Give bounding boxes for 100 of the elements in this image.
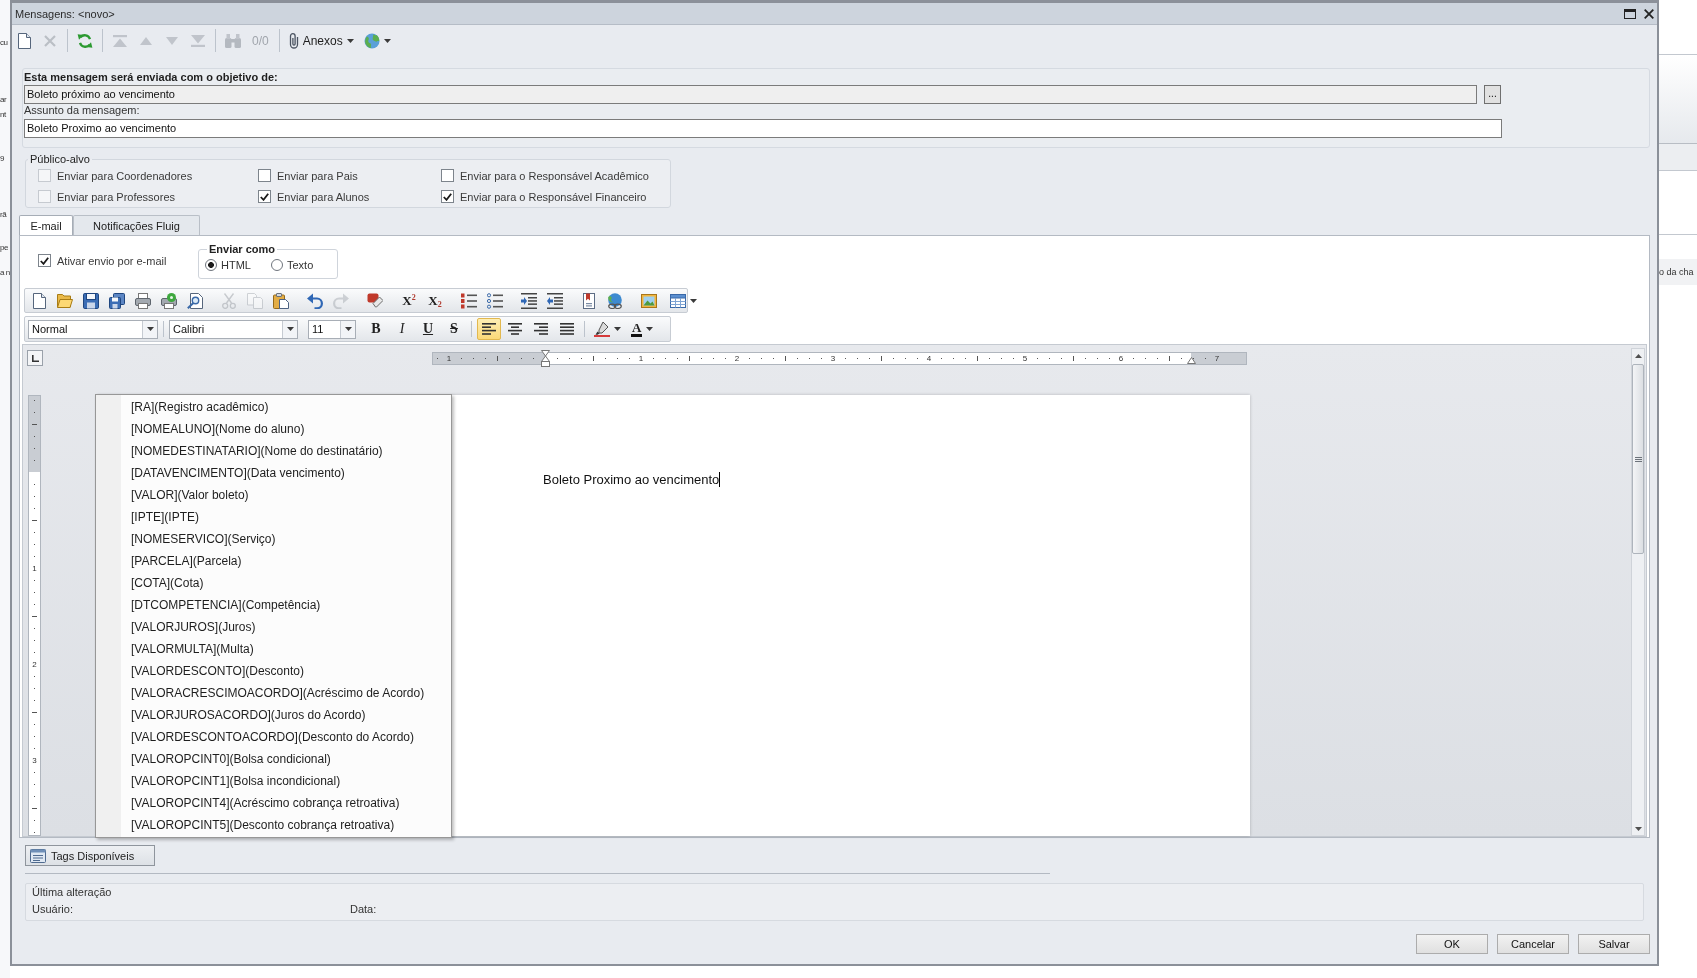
group-title: Última alteração <box>32 886 113 899</box>
list-window-icon <box>30 848 46 863</box>
menu-item[interactable]: [DTCOMPETENCIA](Competência) <box>96 594 451 616</box>
menu-item[interactable]: [VALOROPCINT1](Bolsa incondicional) <box>96 770 451 792</box>
triangle-up-icon <box>140 36 152 45</box>
caret-icon <box>346 38 354 43</box>
strikethrough-button[interactable]: S <box>442 318 466 340</box>
italic-button[interactable]: I <box>390 318 414 340</box>
checkbox[interactable] <box>258 190 271 203</box>
tab-stop-icon <box>31 354 39 362</box>
underline-button[interactable]: U <box>416 318 440 340</box>
subscript-button[interactable]: X$_{2}$ <box>423 289 447 312</box>
menu-item[interactable]: [VALOROPCINT0](Bolsa condicional) <box>96 748 451 770</box>
checkbox-label: Ativar envio por e-mail <box>57 254 167 267</box>
text-cursor-icon <box>719 471 721 487</box>
menu-item[interactable]: [VALOROPCINT5](Desconto cobrança retroativa) <box>96 814 451 836</box>
menu-item[interactable]: [VALORJUROSACORDO](Juros do Acordo) <box>96 704 451 726</box>
background-text: a n <box>0 267 10 279</box>
save-button[interactable]: Salvar <box>1578 934 1650 954</box>
scrollbar-thumb[interactable] <box>1632 364 1644 554</box>
field-label: Esta mensagem será enviada com o objetivo de: <box>24 70 279 84</box>
align-justify-icon <box>560 323 574 335</box>
checkbox[interactable] <box>258 169 271 182</box>
group-title: Enviar como <box>208 243 277 256</box>
field-label: Assunto da mensagem: <box>24 104 141 117</box>
ruler-number: 1 <box>446 353 452 363</box>
ok-button[interactable]: OK <box>1416 934 1488 954</box>
menu-item[interactable]: [VALORACRESCIMOACORDO](Acréscimo de Acordo) <box>96 682 451 704</box>
ruler-number: 3 <box>32 755 37 765</box>
window-title: Mensagens: <novo> <box>15 7 116 20</box>
hourglass-marker-icon <box>541 349 550 367</box>
bookmark-icon <box>583 292 595 309</box>
checkbox[interactable] <box>441 190 454 203</box>
menu-item[interactable]: [NOMEDESTINATARIO](Nome do destinatário) <box>96 440 451 462</box>
record-counter: 0/0 <box>251 33 270 48</box>
background-text: o da cha <box>1659 259 1697 285</box>
globe-link-icon <box>607 292 623 309</box>
maximize-button[interactable] <box>1624 8 1636 19</box>
align-center-icon <box>508 323 522 335</box>
menu-item[interactable]: [VALORDESCONTOACORDO](Desconto do Acordo) <box>96 726 451 748</box>
font-dropdown[interactable]: Calibri <box>169 319 298 339</box>
tab[interactable]: Notificações Fluig <box>73 215 200 235</box>
menu-item[interactable]: [COTA](Cota) <box>96 572 451 594</box>
menu-item[interactable]: [RA](Registro acadêmico) <box>96 396 451 418</box>
info-label: Data: <box>350 903 378 916</box>
font-color-button[interactable]: A <box>627 318 658 340</box>
bold-button[interactable]: B <box>364 318 388 340</box>
checkbox[interactable] <box>38 254 51 267</box>
binoculars-icon <box>225 33 241 48</box>
ruler-number: 4 <box>926 353 932 363</box>
menu-item[interactable]: [NOMEALUNO](Nome do aluno) <box>96 418 451 440</box>
checkmark-icon <box>260 192 269 201</box>
redo-icon <box>333 292 349 309</box>
refresh-icon <box>77 32 93 49</box>
table-icon <box>669 293 686 308</box>
checkbox[interactable] <box>441 169 454 182</box>
browse-button[interactable]: ... <box>1484 85 1501 104</box>
align-left-button[interactable] <box>477 318 501 340</box>
caret-icon <box>383 38 391 43</box>
radio-button[interactable] <box>205 259 217 271</box>
menu-item[interactable]: [DATAVENCIMENTO](Data vencimento) <box>96 462 451 484</box>
printer-badge-icon <box>161 292 177 309</box>
cancel-button[interactable]: Cancelar <box>1497 934 1569 954</box>
ruler-number: 1 <box>32 563 37 573</box>
group-title: Público-alvo <box>29 153 91 166</box>
triangle-up-icon <box>1634 353 1642 358</box>
vertical-scrollbar[interactable] <box>1631 348 1645 836</box>
menu-item[interactable]: [VALORJUROS](Juros) <box>96 616 451 638</box>
tags-button[interactable]: Tags Disponíveis <box>25 845 155 866</box>
background-text: 9 <box>0 153 6 165</box>
tab[interactable]: E-mail <box>19 215 73 235</box>
superscript-button[interactable]: X$^{2}$ <box>397 289 421 312</box>
radio-button[interactable] <box>271 259 283 271</box>
page-icon <box>32 292 46 309</box>
menu-item[interactable]: [VALORDESCONTO](Desconto) <box>96 660 451 682</box>
grip-icon <box>1634 456 1642 462</box>
style-dropdown[interactable]: Normal <box>28 319 158 339</box>
menu-item[interactable]: [PARCELA](Parcela) <box>96 550 451 572</box>
outdent-icon <box>547 292 563 309</box>
checkmark-icon <box>40 256 49 265</box>
x-icon <box>44 34 56 47</box>
printer-icon <box>135 292 151 309</box>
menu-item[interactable]: [VALOR](Valor boleto) <box>96 484 451 506</box>
subject-field[interactable]: Boleto Proximo ao vencimento <box>24 119 1502 138</box>
arrow-to-bottom-icon <box>191 34 205 47</box>
attachments-button[interactable]: Anexos <box>284 29 358 52</box>
menu-item[interactable]: [VALORMULTA](Multa) <box>96 638 451 660</box>
menu-item[interactable]: [IPTE](IPTE) <box>96 506 451 528</box>
caret-icon <box>344 327 352 331</box>
copy-icon <box>247 292 263 309</box>
objective-field[interactable]: Boleto próximo ao vencimento <box>24 85 1477 104</box>
close-button[interactable] <box>1644 8 1654 19</box>
checkbox-label: Enviar para Alunos <box>277 190 370 203</box>
page-magnifier-icon <box>187 292 203 309</box>
background-text: rã <box>0 209 8 221</box>
menu-item[interactable]: [VALOROPCINT4](Acréscimo cobrança retroativa) <box>96 792 451 814</box>
tab-stop-button[interactable] <box>27 350 43 366</box>
info-label: Usuário: <box>32 903 74 916</box>
font-size-dropdown[interactable]: 11 <box>308 319 356 339</box>
menu-item[interactable]: [NOMESERVICO](Serviço) <box>96 528 451 550</box>
